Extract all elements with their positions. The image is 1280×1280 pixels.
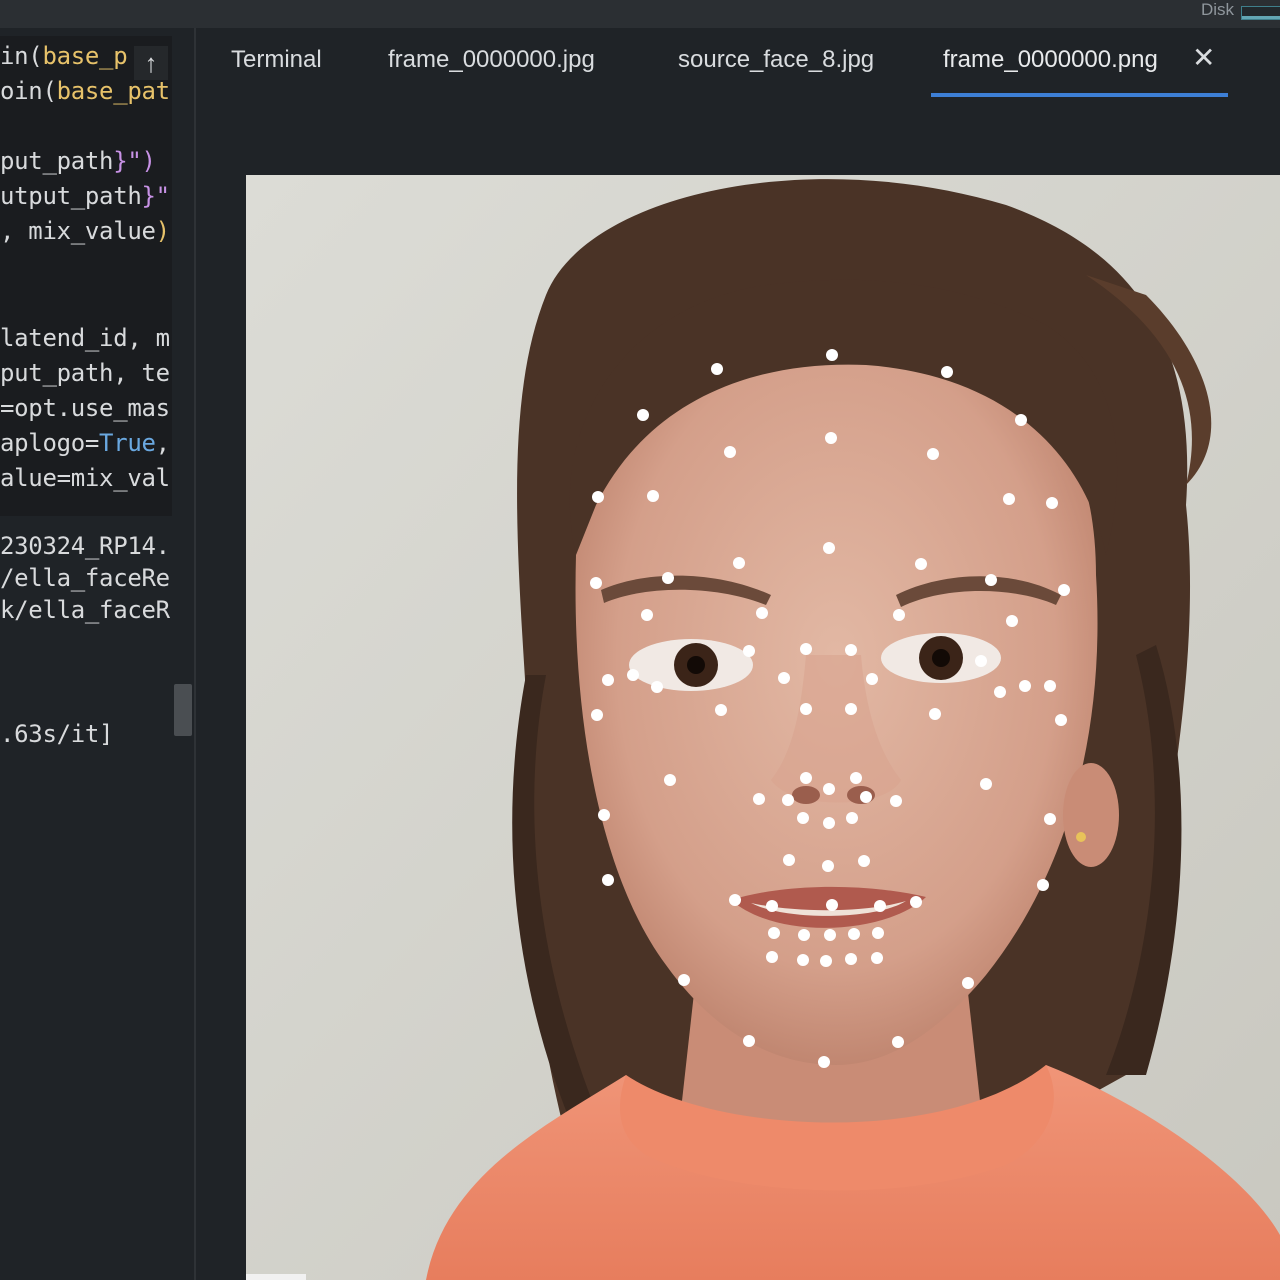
code-line: aplogo=True, [0,429,170,457]
terminal-line: /ella_faceRe [0,564,170,592]
code-line: utput_path}" [0,182,170,210]
code-line: put_path, te [0,359,170,387]
disk-usage-meter [1241,6,1280,20]
active-tab-indicator [931,93,1228,97]
terminal-output-panel[interactable]: 230324_RP14. /ella_faceRe k/ella_faceR .… [0,516,194,1280]
tab-terminal[interactable]: Terminal [231,46,322,74]
code-line: oin(base_pat [0,77,170,105]
photo-svg [246,175,1280,1280]
code-line: put_path}") [0,147,156,175]
tab-source-face[interactable]: source_face_8.jpg [678,46,874,74]
top-status-bar: Disk [0,0,1280,28]
terminal-scrollbar-thumb[interactable] [174,684,192,736]
close-icon[interactable]: ✕ [1192,44,1215,72]
terminal-line: k/ella_faceR [0,596,170,624]
disk-label: Disk [1200,0,1234,19]
code-line: latend_id, m [0,324,170,352]
image-caption-bar [246,1274,306,1280]
arrow-up-icon[interactable]: ↑ [134,46,168,80]
terminal-line: 230324_RP14. [0,532,170,560]
tab-frame-jpg[interactable]: frame_0000000.jpg [388,46,595,74]
tab-frame-png[interactable]: frame_0000000.png [943,46,1158,74]
code-line: , mix_value) [0,217,170,245]
code-line: =opt.use_mas [0,394,170,422]
code-editor-panel[interactable]: in(base_p oin(base_pat put_path}") utput… [0,36,172,516]
terminal-line: .63s/it] [0,720,114,748]
tab-bar: Terminal frame_0000000.jpg source_face_8… [196,28,1280,99]
face-landmark-image [246,175,1280,1280]
code-line: alue=mix_val [0,464,170,492]
code-line: in(base_p [0,42,128,70]
